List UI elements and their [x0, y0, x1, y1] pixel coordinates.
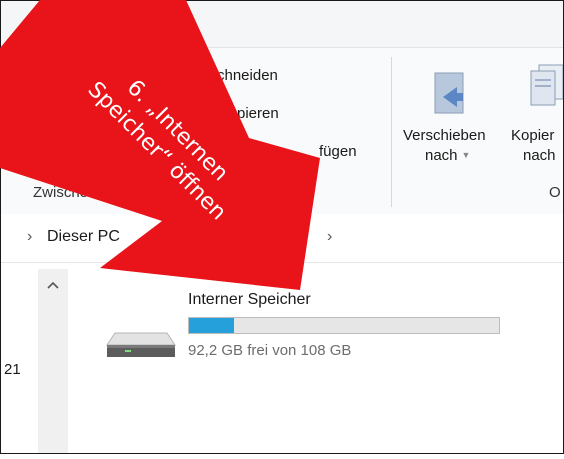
ribbon-tab-view[interactable]: cht: [171, 20, 191, 37]
chevron-right-icon[interactable]: ›: [27, 228, 32, 246]
chevron-right-icon[interactable]: ›: [147, 228, 152, 246]
chevron-down-icon: ▼: [461, 150, 471, 160]
clipboard-group-label: Zwischenab: [33, 184, 114, 201]
explorer-window: cht ieren Ein chneiden pieren fügen Zwis…: [0, 0, 564, 454]
chevron-right-icon[interactable]: ›: [327, 228, 332, 246]
drive-free-space: 92,2 GB frei von 108 GB: [188, 342, 352, 359]
cut-button[interactable]: chneiden: [217, 67, 278, 84]
copy-button-label[interactable]: ieren: [1, 129, 34, 146]
copy-to-button-line1[interactable]: Kopier: [511, 127, 554, 144]
paste-shortcut-button[interactable]: fügen: [319, 143, 357, 160]
copy-to-button-line2[interactable]: nach: [523, 147, 556, 164]
organize-group-label: O: [549, 184, 561, 201]
address-bar[interactable]: › Dieser PC › ›: [1, 214, 563, 263]
copy-to-icon[interactable]: [525, 63, 563, 120]
copy-path-button[interactable]: pieren: [237, 105, 279, 122]
move-to-icon[interactable]: [431, 71, 467, 120]
drive-usage-fill: [189, 318, 235, 333]
hard-drive-icon: [105, 327, 177, 366]
copy-icon[interactable]: [1, 61, 31, 116]
ribbon-separator: [391, 57, 392, 207]
scroll-up-arrow-icon[interactable]: [38, 269, 68, 301]
move-to-button-line2[interactable]: nach ▼: [425, 147, 470, 164]
nav-item-label[interactable]: 21: [4, 361, 21, 378]
move-to-button-line1[interactable]: Verschieben: [403, 127, 486, 144]
ribbon: cht ieren Ein chneiden pieren fügen Zwis…: [1, 1, 563, 214]
paste-button-label[interactable]: Ein: [59, 129, 81, 146]
drive-usage-bar: [188, 317, 500, 334]
drive-name[interactable]: Interner Speicher: [188, 291, 311, 309]
breadcrumb-this-pc[interactable]: Dieser PC: [47, 228, 120, 246]
